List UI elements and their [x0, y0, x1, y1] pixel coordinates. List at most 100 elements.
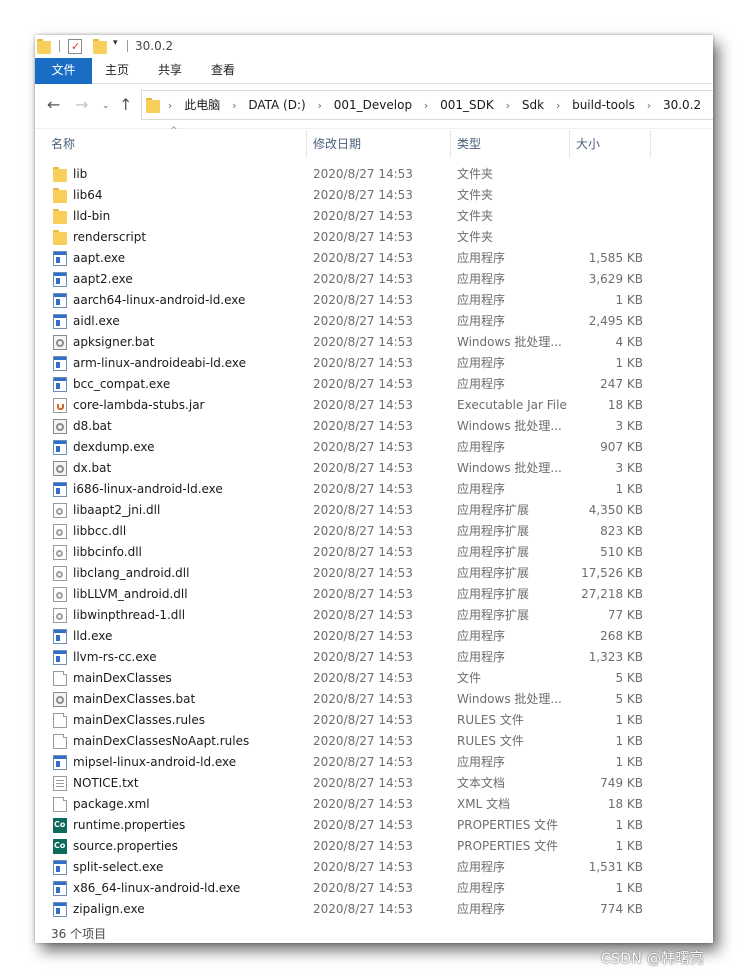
- file-row[interactable]: aapt.exe 2020/8/27 14:53 应用程序 1,585 KB: [35, 248, 713, 269]
- file-row[interactable]: libLLVM_android.dll 2020/8/27 14:53 应用程序扩展…: [35, 584, 713, 605]
- file-name: mainDexClasses: [73, 671, 172, 685]
- file-row[interactable]: package.xml 2020/8/27 14:53 XML 文档 18 KB: [35, 794, 713, 815]
- file-size: [575, 164, 643, 185]
- chevron-right-icon[interactable]: ›: [168, 92, 172, 120]
- file-row[interactable]: core-lambda-stubs.jar 2020/8/27 14:53 Exec…: [35, 395, 713, 416]
- file-row[interactable]: mainDexClasses.bat 2020/8/27 14:53 Windows…: [35, 689, 713, 710]
- file-row[interactable]: NOTICE.txt 2020/8/27 14:53 文本文档 749 KB: [35, 773, 713, 794]
- file-row[interactable]: aapt2.exe 2020/8/27 14:53 应用程序 3,629 KB: [35, 269, 713, 290]
- file-name: aapt2.exe: [73, 272, 133, 286]
- title-bar: ✓ ▾ 30.0.2: [35, 35, 713, 58]
- recent-locations-chevron-icon[interactable]: ⌄: [102, 98, 110, 114]
- dll-icon: [53, 566, 67, 581]
- navigation-bar: ← → ⌄ ↑ › 此电脑 › DATA (D:) › 001_Develop …: [35, 84, 713, 129]
- exe-icon: [53, 650, 67, 665]
- column-divider[interactable]: [650, 130, 651, 158]
- file-date-modified: 2020/8/27 14:53: [313, 188, 413, 202]
- dll-icon: [53, 545, 67, 560]
- chevron-right-icon[interactable]: ›: [318, 92, 322, 120]
- file-row[interactable]: libbcinfo.dll 2020/8/27 14:53 应用程序扩展 510 KB: [35, 542, 713, 563]
- file-row[interactable]: libwinpthread-1.dll 2020/8/27 14:53 应用程序扩展…: [35, 605, 713, 626]
- file-row[interactable]: mainDexClasses 2020/8/27 14:53 文件 5 KB: [35, 668, 713, 689]
- file-row[interactable]: mainDexClasses.rules 2020/8/27 14:53 RULES…: [35, 710, 713, 731]
- exe-icon: [53, 755, 67, 770]
- column-name[interactable]: 名称: [45, 130, 307, 158]
- file-type: 应用程序: [457, 629, 506, 643]
- file-type: Windows 批处理...: [457, 461, 562, 475]
- file-name: mainDexClassesNoAapt.rules: [73, 734, 250, 748]
- breadcrumb-001-develop[interactable]: 001_Develop: [334, 98, 412, 112]
- column-header: ^ 名称 修改日期 类型 大小: [35, 126, 713, 158]
- column-type[interactable]: 类型: [451, 130, 569, 158]
- file-date-modified: 2020/8/27 14:53: [313, 587, 413, 601]
- file-row[interactable]: lib 2020/8/27 14:53 文件夹: [35, 164, 713, 185]
- file-row[interactable]: libclang_android.dll 2020/8/27 14:53 应用程序扩…: [35, 563, 713, 584]
- new-folder-icon[interactable]: [93, 39, 107, 54]
- txt-icon: [53, 776, 67, 791]
- breadcrumb-001-sdk[interactable]: 001_SDK: [440, 98, 494, 112]
- chevron-right-icon[interactable]: ›: [506, 92, 510, 120]
- file-type: 应用程序: [457, 902, 506, 916]
- exe-icon: [53, 356, 67, 371]
- file-date-modified: 2020/8/27 14:53: [313, 860, 413, 874]
- file-date-modified: 2020/8/27 14:53: [313, 776, 413, 790]
- file-row[interactable]: libbcc.dll 2020/8/27 14:53 应用程序扩展 823 KB: [35, 521, 713, 542]
- tab-share[interactable]: 共享: [149, 58, 191, 84]
- file-row[interactable]: d8.bat 2020/8/27 14:53 Windows 批处理... 3 KB: [35, 416, 713, 437]
- file-name: i686-linux-android-ld.exe: [73, 482, 223, 496]
- file-type: 应用程序: [457, 272, 506, 286]
- file-row[interactable]: i686-linux-android-ld.exe 2020/8/27 14:53…: [35, 479, 713, 500]
- address-bar[interactable]: › 此电脑 › DATA (D:) › 001_Develop › 001_SD…: [141, 90, 713, 120]
- file-row[interactable]: zipalign.exe 2020/8/27 14:53 应用程序 774 KB: [35, 899, 713, 920]
- file-row[interactable]: llvm-rs-cc.exe 2020/8/27 14:53 应用程序 1,323 K…: [35, 647, 713, 668]
- file-icon: [53, 797, 67, 812]
- explorer-window: ✓ ▾ 30.0.2 文件 主页 共享 查看 ← → ⌄ ↑ › 此电脑 › D…: [35, 35, 713, 943]
- file-name: mainDexClasses.bat: [73, 692, 196, 706]
- file-row[interactable]: arm-linux-androideabi-ld.exe 2020/8/27 14…: [35, 353, 713, 374]
- chevron-right-icon[interactable]: ›: [556, 92, 560, 120]
- chevron-right-icon[interactable]: ›: [647, 92, 651, 120]
- back-arrow-icon[interactable]: ←: [47, 97, 60, 113]
- breadcrumb-sdk[interactable]: Sdk: [522, 98, 544, 112]
- file-row[interactable]: renderscript 2020/8/27 14:53 文件夹: [35, 227, 713, 248]
- chevron-right-icon[interactable]: ›: [232, 92, 236, 120]
- file-date-modified: 2020/8/27 14:53: [313, 671, 413, 685]
- file-date-modified: 2020/8/27 14:53: [313, 419, 413, 433]
- file-row[interactable]: lld-bin 2020/8/27 14:53 文件夹: [35, 206, 713, 227]
- file-row[interactable]: apksigner.bat 2020/8/27 14:53 Windows 批处理.…: [35, 332, 713, 353]
- column-size[interactable]: 大小: [570, 130, 650, 158]
- file-row[interactable]: bcc_compat.exe 2020/8/27 14:53 应用程序 247 KB: [35, 374, 713, 395]
- tab-file[interactable]: 文件: [35, 58, 92, 84]
- tab-view[interactable]: 查看: [202, 58, 244, 84]
- file-row[interactable]: x86_64-linux-android-ld.exe 2020/8/27 14:…: [35, 878, 713, 899]
- file-date-modified: 2020/8/27 14:53: [313, 839, 413, 853]
- file-row[interactable]: aidl.exe 2020/8/27 14:53 应用程序 2,495 KB: [35, 311, 713, 332]
- breadcrumb-data-drive[interactable]: DATA (D:): [248, 98, 305, 112]
- up-arrow-icon[interactable]: ↑: [119, 97, 132, 113]
- chevron-right-icon[interactable]: ›: [424, 92, 428, 120]
- file-row[interactable]: aarch64-linux-android-ld.exe 2020/8/27 14…: [35, 290, 713, 311]
- file-date-modified: 2020/8/27 14:53: [313, 398, 413, 412]
- exe-icon: [53, 902, 67, 917]
- file-size: 907 KB: [600, 440, 643, 454]
- file-type: 应用程序: [457, 650, 506, 664]
- file-row[interactable]: dexdump.exe 2020/8/27 14:53 应用程序 907 KB: [35, 437, 713, 458]
- breadcrumb-build-tools[interactable]: build-tools: [572, 98, 635, 112]
- file-row[interactable]: Co runtime.properties 2020/8/27 14:53 PROPE…: [35, 815, 713, 836]
- breadcrumb-30-0-2[interactable]: 30.0.2: [663, 98, 701, 112]
- file-row[interactable]: Co source.properties 2020/8/27 14:53 PROPER…: [35, 836, 713, 857]
- properties-icon[interactable]: ✓: [68, 39, 82, 54]
- file-row[interactable]: mipsel-linux-android-ld.exe 2020/8/27 14:…: [35, 752, 713, 773]
- file-type: 应用程序扩展: [457, 608, 530, 622]
- breadcrumb-this-pc[interactable]: 此电脑: [184, 98, 220, 112]
- file-row[interactable]: libaapt2_jni.dll 2020/8/27 14:53 应用程序扩展 4,3…: [35, 500, 713, 521]
- file-row[interactable]: split-select.exe 2020/8/27 14:53 应用程序 1,531…: [35, 857, 713, 878]
- file-row[interactable]: lib64 2020/8/27 14:53 文件夹: [35, 185, 713, 206]
- file-row[interactable]: lld.exe 2020/8/27 14:53 应用程序 268 KB: [35, 626, 713, 647]
- tab-home[interactable]: 主页: [96, 58, 138, 84]
- customize-toolbar-dropdown-icon[interactable]: ▾: [113, 38, 118, 48]
- forward-arrow-icon[interactable]: →: [75, 97, 88, 113]
- column-date-modified[interactable]: 修改日期: [307, 130, 450, 158]
- file-row[interactable]: dx.bat 2020/8/27 14:53 Windows 批处理... 3 KB: [35, 458, 713, 479]
- file-row[interactable]: mainDexClassesNoAapt.rules 2020/8/27 14:5…: [35, 731, 713, 752]
